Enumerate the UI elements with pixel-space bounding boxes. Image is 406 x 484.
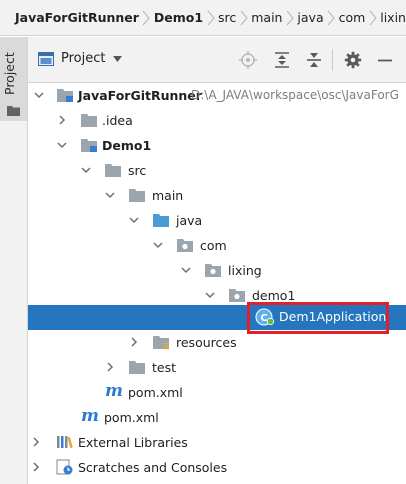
folder-icon	[129, 361, 145, 374]
resources-folder-icon	[153, 336, 169, 350]
tree-row-external-libraries[interactable]: External Libraries	[28, 430, 406, 455]
chevron-right-icon[interactable]	[56, 114, 68, 126]
folder-icon	[129, 189, 145, 202]
tree-label: demo1	[252, 288, 296, 303]
project-window-icon	[38, 51, 54, 66]
tree-label: Scratches and Consoles	[78, 460, 228, 475]
source-folder-icon	[153, 214, 169, 227]
breadcrumb-item-project[interactable]: JavaForGitRunner	[15, 10, 139, 25]
tree-row-resources[interactable]: resources	[28, 330, 406, 355]
chevron-down-icon[interactable]	[33, 89, 45, 101]
breadcrumb-item-com[interactable]: com	[339, 10, 366, 25]
package-icon	[229, 289, 245, 302]
tree-label: Demo1	[102, 138, 152, 153]
chevron-down-icon[interactable]	[128, 214, 140, 226]
breadcrumb-separator-icon	[324, 10, 339, 26]
breadcrumb-item-src[interactable]: src	[218, 10, 236, 25]
tree-row-com[interactable]: com	[28, 233, 406, 258]
tree-row-src[interactable]: src	[28, 158, 406, 183]
module-folder-icon	[81, 139, 97, 152]
tree-row-dem1application[interactable]: C Dem1Application	[28, 305, 406, 330]
project-tool-tab-label: Project	[2, 52, 17, 96]
chevron-down-icon[interactable]	[180, 264, 192, 276]
breadcrumb-separator-icon	[203, 10, 218, 26]
project-view-selector[interactable]: Project	[38, 51, 123, 66]
tree-label: resources	[176, 335, 237, 350]
expand-all-icon[interactable]	[273, 51, 291, 69]
breadcrumb-item-java[interactable]: java	[297, 10, 323, 25]
tree-label: Dem1Application	[279, 309, 387, 324]
chevron-right-icon[interactable]	[104, 361, 116, 373]
scratches-icon	[56, 459, 73, 475]
folder-icon	[7, 106, 20, 116]
tree-label: pom.xml	[128, 385, 183, 400]
tree-row-test[interactable]: test	[28, 355, 406, 380]
maven-icon: m	[105, 381, 123, 401]
breadcrumb-item-lixin[interactable]: lixin	[380, 10, 406, 25]
chevron-down-icon[interactable]	[204, 289, 216, 301]
package-icon	[205, 264, 221, 277]
locate-icon[interactable]	[239, 51, 257, 69]
module-folder-icon	[57, 89, 73, 102]
maven-icon: m	[81, 406, 99, 426]
tree-row-pom-module[interactable]: m pom.xml	[28, 380, 406, 405]
tree-label: .idea	[102, 113, 133, 128]
library-icon	[57, 436, 73, 449]
tree-label: src	[128, 163, 147, 178]
tree-row-scratches[interactable]: Scratches and Consoles	[28, 455, 406, 480]
minimize-icon[interactable]	[376, 51, 394, 69]
toolbar-divider	[332, 49, 333, 71]
breadcrumb-item-module[interactable]: Demo1	[154, 10, 203, 25]
breadcrumb-separator-icon	[236, 10, 251, 26]
gear-icon[interactable]	[344, 51, 362, 69]
chevron-down-icon[interactable]	[104, 189, 116, 201]
tree-label: com	[200, 238, 227, 253]
project-tool-tab[interactable]: Project	[0, 37, 27, 121]
chevron-right-icon[interactable]	[30, 436, 42, 448]
tree-label: lixing	[228, 263, 262, 278]
tree-row-lixing[interactable]: lixing	[28, 258, 406, 283]
tree-label: main	[152, 188, 184, 203]
breadcrumb-separator-icon	[282, 10, 297, 26]
breadcrumb-separator-icon	[365, 10, 380, 26]
project-view-label: Project	[61, 51, 106, 66]
tree-label: External Libraries	[78, 435, 188, 450]
tree-row-idea[interactable]: .idea	[28, 108, 406, 133]
breadcrumb-item-main[interactable]: main	[251, 10, 282, 25]
package-icon	[177, 239, 193, 252]
tree-label: test	[152, 360, 177, 375]
tool-window-strip: Project	[0, 37, 28, 484]
chevron-right-icon[interactable]	[30, 461, 42, 473]
chevron-right-icon[interactable]	[128, 336, 140, 348]
chevron-down-icon	[113, 55, 123, 62]
tree-row-project-root[interactable]: JavaForGitRunner D:\A_JAVA\workspace\osc…	[28, 83, 406, 108]
tree-row-demo1-module[interactable]: Demo1	[28, 133, 406, 158]
tree-label: java	[176, 213, 203, 228]
folder-icon	[81, 114, 97, 127]
tree-label: JavaForGitRunner	[78, 88, 202, 103]
tree-label: pom.xml	[104, 410, 159, 425]
collapse-all-icon[interactable]	[305, 51, 323, 69]
breadcrumb: JavaForGitRunner Demo1 src main java com…	[0, 0, 406, 36]
tree-row-main[interactable]: main	[28, 183, 406, 208]
tree-row-pom-root[interactable]: m pom.xml	[28, 405, 406, 430]
folder-icon	[105, 164, 121, 177]
tree-row-java[interactable]: java	[28, 208, 406, 233]
project-toolbar: Project	[28, 37, 406, 83]
chevron-down-icon[interactable]	[152, 239, 164, 251]
chevron-down-icon[interactable]	[80, 164, 92, 176]
svg-text:C: C	[260, 313, 267, 324]
project-path-text: D:\A_JAVA\workspace\osc\JavaForG	[191, 88, 399, 102]
breadcrumb-separator-icon	[139, 10, 154, 26]
chevron-down-icon[interactable]	[56, 139, 68, 151]
project-tree: JavaForGitRunner D:\A_JAVA\workspace\osc…	[28, 83, 406, 484]
spring-boot-class-icon: C	[255, 308, 275, 326]
